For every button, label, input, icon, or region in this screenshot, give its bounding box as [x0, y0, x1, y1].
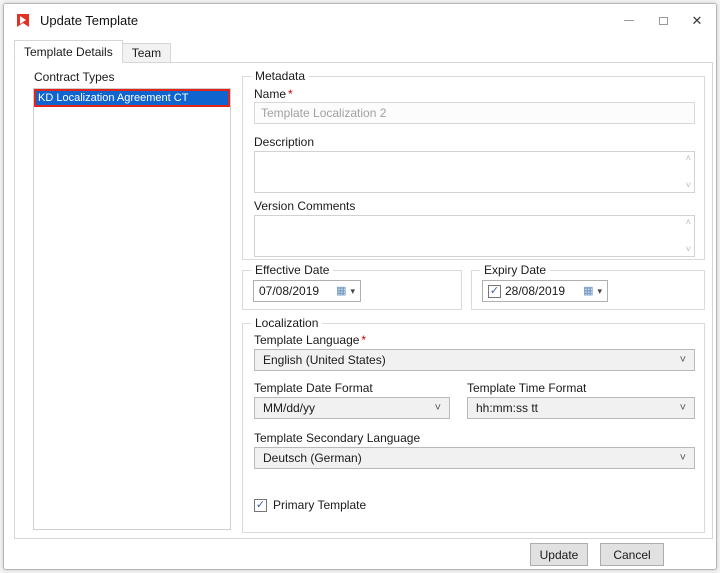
metadata-group: Metadata Name* Description ˄ ˅ Version C…: [242, 76, 705, 260]
name-input[interactable]: [254, 102, 695, 124]
template-secondary-language-label: Template Secondary Language: [254, 431, 420, 445]
effective-date-group-label: Effective Date: [251, 263, 333, 277]
template-time-format-value: hh:mm:ss tt: [476, 401, 538, 415]
expiry-date-value: 28/08/2019: [505, 284, 565, 298]
window-title: Update Template: [40, 13, 138, 28]
cancel-button[interactable]: Cancel: [600, 543, 664, 566]
expiry-date-group-label: Expiry Date: [480, 263, 550, 277]
primary-template-checkbox[interactable]: ✓ Primary Template: [254, 498, 366, 512]
dropdown-arrow-icon[interactable]: ▾: [350, 287, 355, 296]
version-comments-label: Version Comments: [254, 199, 355, 213]
template-language-label: Template Language*: [254, 333, 366, 347]
expiry-date-picker[interactable]: ✓ 28/08/2019 ▦ ▾: [482, 280, 608, 302]
checkbox-icon: ✓: [254, 499, 267, 512]
tab-team[interactable]: Team: [123, 43, 171, 63]
template-secondary-language-value: Deutsch (German): [263, 451, 362, 465]
tab-bar: Template Details Team: [14, 40, 171, 63]
update-button[interactable]: Update: [530, 543, 588, 566]
version-comments-textarea[interactable]: ˄ ˅: [254, 215, 695, 257]
check-icon: ✓: [256, 500, 265, 511]
calendar-icon: ▦: [583, 286, 593, 297]
update-template-dialog: Update Template ✕ Template Details Team …: [3, 3, 717, 570]
contract-types-label: Contract Types: [34, 70, 114, 84]
window-controls: ✕: [612, 4, 714, 37]
template-date-format-select[interactable]: MM/dd/yy ˅: [254, 397, 450, 419]
minimize-button[interactable]: [612, 4, 646, 37]
description-textarea[interactable]: ˄ ˅: [254, 151, 695, 193]
maximize-icon: [659, 17, 668, 25]
titlebar: Update Template ✕: [4, 4, 716, 37]
close-button[interactable]: ✕: [680, 4, 714, 37]
tab-panel: Contract Types KD Localization Agreement…: [14, 62, 713, 539]
list-item-selected[interactable]: KD Localization Agreement CT: [34, 89, 230, 107]
effective-date-picker[interactable]: 07/08/2019 ▦ ▾: [253, 280, 361, 302]
template-date-format-label: Template Date Format: [254, 381, 373, 395]
maximize-button[interactable]: [646, 4, 680, 37]
localization-group: Localization Template Language* English …: [242, 323, 705, 533]
localization-group-label: Localization: [251, 316, 322, 330]
expiry-date-group: Expiry Date ✓ 28/08/2019 ▦ ▾: [471, 270, 705, 310]
description-label: Description: [254, 135, 314, 149]
calendar-icon: ▦: [336, 286, 346, 297]
effective-date-group: Effective Date 07/08/2019 ▦ ▾: [242, 270, 462, 310]
template-language-value: English (United States): [263, 353, 386, 367]
required-asterisk: *: [288, 87, 293, 101]
app-icon: [15, 13, 31, 29]
check-icon: ✓: [490, 286, 499, 297]
chevron-down-icon: ˅: [680, 403, 686, 414]
scroll-down-icon[interactable]: ˅: [686, 245, 691, 254]
template-language-select[interactable]: English (United States) ˅: [254, 349, 695, 371]
template-time-format-label: Template Time Format: [467, 381, 586, 395]
chevron-down-icon: ˅: [680, 453, 686, 464]
effective-date-value: 07/08/2019: [259, 284, 319, 298]
tab-template-details[interactable]: Template Details: [14, 40, 123, 63]
contract-types-listbox[interactable]: KD Localization Agreement CT: [33, 88, 231, 530]
template-time-format-select[interactable]: hh:mm:ss tt ˅: [467, 397, 695, 419]
required-asterisk: *: [361, 333, 366, 347]
chevron-down-icon: ˅: [680, 355, 686, 366]
scroll-down-icon[interactable]: ˅: [686, 181, 691, 190]
template-secondary-language-select[interactable]: Deutsch (German) ˅: [254, 447, 695, 469]
minimize-icon: [624, 20, 634, 21]
metadata-group-label: Metadata: [251, 69, 309, 83]
name-label: Name*: [254, 87, 293, 101]
expiry-date-checkbox[interactable]: ✓: [488, 285, 501, 298]
template-date-format-value: MM/dd/yy: [263, 401, 315, 415]
primary-template-label: Primary Template: [273, 498, 366, 512]
scroll-up-icon[interactable]: ˄: [686, 154, 691, 163]
chevron-down-icon: ˅: [435, 403, 441, 414]
dropdown-arrow-icon[interactable]: ▾: [597, 287, 602, 296]
close-icon: ✕: [692, 13, 703, 29]
scroll-up-icon[interactable]: ˄: [686, 218, 691, 227]
